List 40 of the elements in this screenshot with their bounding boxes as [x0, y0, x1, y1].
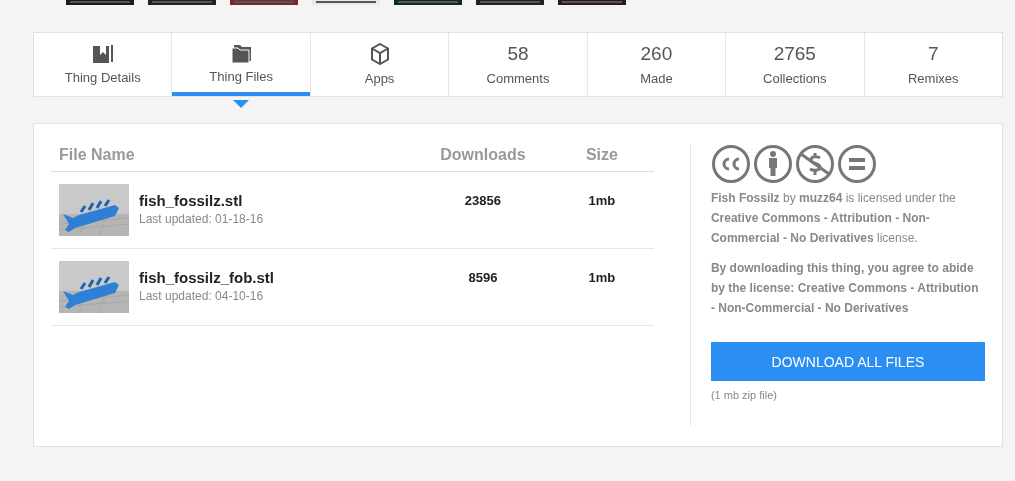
tab-label: Thing Details: [64, 70, 141, 85]
tab-label: Thing Files: [209, 69, 273, 84]
person-icon: [752, 144, 793, 184]
file-name[interactable]: fish_fossilz.stl: [139, 192, 264, 209]
license-statement: Fish Fossilz by muzz64 is licensed under the Creative Commons - Attribution - Non-Commercial - No Derivatives license.: [710, 190, 957, 247]
folder-icon: [230, 45, 252, 63]
cc-icon: [710, 144, 751, 184]
download-size-note: (1 mb zip file): [710, 389, 778, 401]
caret-icon: [233, 100, 250, 108]
download-count: 8596: [467, 269, 499, 285]
column-header: Size: [584, 146, 619, 164]
column-header: File Name: [59, 146, 136, 164]
last-updated: Last updated: 04-10-16: [139, 289, 265, 303]
tab-count: 58: [507, 43, 529, 65]
tab[interactable]: Thing Details: [34, 33, 172, 96]
tab[interactable]: 7 Remixes: [864, 33, 1002, 96]
tab[interactable]: 58 Comments: [449, 33, 587, 96]
tab[interactable]: Apps: [310, 33, 449, 96]
file-size: 1mb: [587, 192, 617, 208]
tab-label: Comments: [486, 71, 550, 86]
tab-label: Collections: [763, 71, 827, 86]
tab[interactable]: 260 Made: [587, 33, 726, 96]
license-agreement: By downloading this thing, you agree to abide by the license: Creative Commons - Attribution - Non-Commercial - No Derivatives: [710, 260, 980, 317]
tab-count: 7: [927, 43, 939, 65]
last-updated: Last updated: 01-18-16: [139, 212, 264, 226]
tab-count: 260: [640, 43, 673, 65]
tab-label: Apps: [364, 71, 395, 86]
column-header: Downloads: [439, 146, 527, 164]
tab-label: Remixes: [907, 71, 959, 86]
tab[interactable]: Thing Files: [172, 33, 310, 96]
cube-icon: [369, 43, 390, 65]
tab-label: Made: [640, 71, 673, 86]
book-icon: [91, 44, 114, 64]
tab[interactable]: 2765 Collections: [726, 33, 864, 96]
file-size: 1mb: [587, 269, 617, 285]
file-name[interactable]: fish_fossilz_fob.stl: [139, 269, 275, 286]
no-dollar-icon: [794, 144, 835, 184]
equals-icon: [836, 144, 877, 184]
tab-count: 2765: [773, 43, 816, 65]
download-count: 23856: [463, 192, 502, 208]
